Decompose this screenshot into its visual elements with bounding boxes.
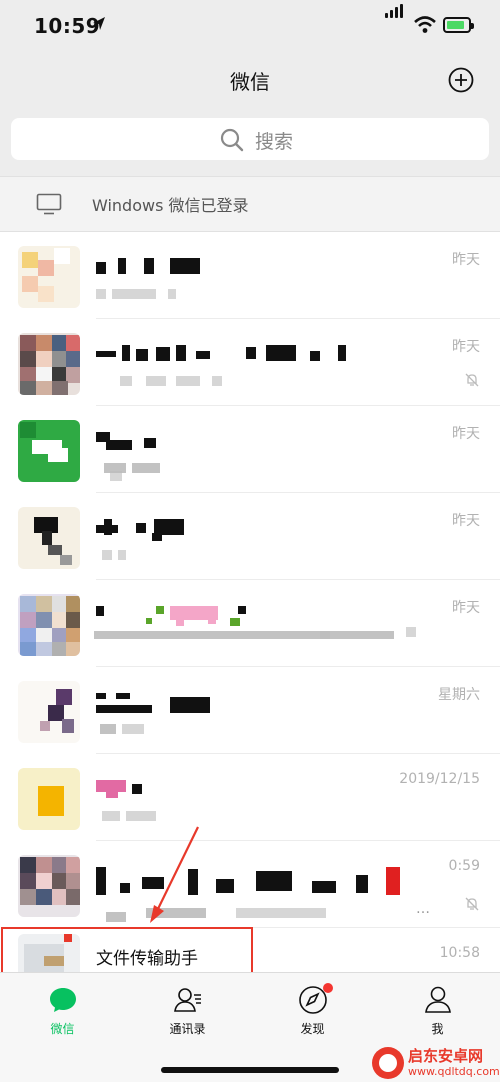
watermark-logo-icon	[372, 1047, 404, 1079]
chat-list: 昨天 昨天 昨天 昨天 昨天 星期六 2019/12/15 … 0:59 文件传…	[0, 232, 500, 972]
search-placeholder: 搜索	[255, 131, 294, 153]
site-watermark: 启东安卓网 www.qdltdq.com	[372, 1045, 500, 1082]
status-bar: 10:59	[0, 0, 500, 56]
chat-time: 昨天	[452, 513, 480, 529]
avatar	[18, 681, 80, 743]
chat-row[interactable]: 2019/12/15	[0, 754, 500, 841]
avatar	[18, 507, 80, 569]
chat-row[interactable]: 星期六	[0, 667, 500, 754]
avatar	[18, 594, 80, 656]
status-time: 10:59	[34, 14, 101, 38]
avatar	[18, 768, 80, 830]
tab-label: 发现	[300, 1022, 325, 1036]
search-icon	[220, 128, 244, 152]
chat-row[interactable]: … 0:59	[0, 841, 500, 928]
home-indicator	[161, 1067, 339, 1073]
login-banner-text: Windows 微信已登录	[92, 196, 249, 215]
wifi-icon	[414, 16, 436, 33]
contacts-icon	[173, 988, 201, 1012]
avatar	[18, 420, 80, 482]
chat-time: 星期六	[438, 687, 480, 703]
chat-time: 昨天	[452, 339, 480, 355]
chat-time: 昨天	[452, 600, 480, 616]
search-bar[interactable]: 搜索	[11, 118, 489, 160]
page-title: 微信	[230, 70, 270, 94]
location-arrow-icon	[93, 17, 105, 30]
watermark-url: www.qdltdq.com	[408, 1065, 500, 1078]
avatar	[18, 855, 80, 917]
avatar	[18, 246, 80, 308]
tab-chats[interactable]: 微信	[0, 985, 125, 1037]
chat-preview-ellipsis: …	[416, 901, 430, 917]
tab-me[interactable]: 我	[375, 985, 500, 1037]
chat-row[interactable]: 昨天	[0, 580, 500, 667]
tab-discover[interactable]: 发现	[250, 983, 375, 1037]
tab-label: 通讯录	[169, 1022, 206, 1036]
chat-time: 昨天	[452, 426, 480, 442]
battery-icon	[443, 17, 474, 33]
chat-row[interactable]: 昨天	[0, 232, 500, 319]
monitor-icon	[36, 193, 62, 215]
annotation-arrow	[150, 826, 199, 923]
chat-time: 2019/12/15	[399, 771, 480, 787]
tab-label: 我	[431, 1022, 444, 1036]
watermark-brand: 启东安卓网	[408, 1047, 484, 1065]
tab-contacts[interactable]: 通讯录	[125, 985, 250, 1037]
avatar	[18, 333, 80, 395]
windows-login-banner[interactable]: Windows 微信已登录	[0, 176, 500, 232]
add-plus-icon[interactable]	[448, 67, 474, 93]
notification-dot	[323, 983, 333, 993]
chat-row[interactable]: 昨天	[0, 319, 500, 406]
nav-bar: 微信	[0, 56, 500, 106]
person-icon	[424, 986, 451, 1013]
mute-bell-icon	[465, 373, 479, 387]
chat-time: 昨天	[452, 252, 480, 268]
chat-time: 10:58	[439, 945, 480, 961]
mute-bell-icon	[465, 897, 479, 911]
chat-row[interactable]: 昨天	[0, 493, 500, 580]
chat-time: 0:59	[448, 858, 480, 874]
tab-label: 微信	[50, 1022, 75, 1036]
chat-row[interactable]: 昨天	[0, 406, 500, 493]
chat-bubble-icon	[49, 988, 76, 1012]
